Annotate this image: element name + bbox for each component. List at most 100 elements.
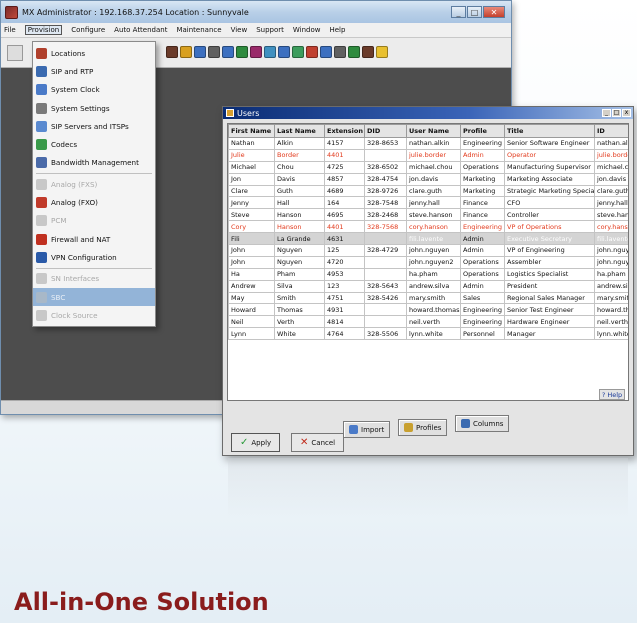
table-cell[interactable]: Sales [460, 291, 505, 305]
table-cell[interactable]: jenny.hall [406, 196, 461, 210]
table-cell[interactable]: Executive Secretary [504, 232, 595, 246]
menu-item-sip-and-rtp[interactable]: SIP and RTP [33, 62, 155, 80]
users-minimize-button[interactable]: _ [602, 109, 611, 117]
table-cell[interactable]: Andrew [228, 279, 275, 293]
column-header[interactable]: DID [364, 124, 407, 138]
table-cell[interactable]: Operations [460, 267, 505, 281]
table-cell[interactable]: Finance [460, 196, 505, 210]
menu-help[interactable]: Help [329, 26, 345, 34]
table-cell[interactable]: 4725 [324, 160, 365, 174]
table-row[interactable]: Michael Chou 4725 328-6502 michael.chou Opera… [228, 160, 628, 174]
table-cell[interactable]: 4814 [324, 315, 365, 329]
printer-icon[interactable] [334, 46, 346, 58]
table-cell[interactable]: Border [274, 148, 325, 162]
table-cell[interactable]: Silva [274, 279, 325, 293]
column-header[interactable]: Last Name [274, 124, 325, 138]
table-cell[interactable]: Julie [228, 148, 275, 162]
network-icon[interactable] [264, 46, 276, 58]
table-cell[interactable]: Admin [460, 148, 505, 162]
table-cell[interactable]: Operations [460, 255, 505, 269]
table-cell[interactable]: cory.hanson [406, 220, 461, 234]
table-cell[interactable] [364, 148, 407, 162]
table-cell[interactable]: Smith [274, 291, 325, 305]
table-cell[interactable] [364, 255, 407, 269]
table-cell[interactable]: Neil [228, 315, 275, 329]
menu-configure[interactable]: Configure [71, 26, 105, 34]
menu-item-vpn-configuration[interactable]: VPN Configuration [33, 248, 155, 266]
grid-icon[interactable] [292, 46, 304, 58]
column-header[interactable]: Profile [460, 124, 505, 138]
table-cell[interactable]: VP of Operations [504, 220, 595, 234]
apply-button[interactable]: ✓ Apply [231, 433, 281, 452]
table-cell[interactable]: 4720 [324, 255, 365, 269]
table-cell[interactable]: Senior Software Engineer [504, 137, 595, 150]
table-cell[interactable]: ha.pham [594, 267, 628, 281]
menu-maintenance[interactable]: Maintenance [176, 26, 221, 34]
profiles-button[interactable]: Profiles [398, 419, 448, 436]
table-cell[interactable]: Operations [460, 160, 505, 174]
table-cell[interactable]: 328-9726 [364, 184, 407, 198]
menu-item-codecs[interactable]: Codecs [33, 135, 155, 153]
table-cell[interactable]: La Grande [274, 232, 325, 246]
table-cell[interactable]: Hardware Engineer [504, 315, 595, 329]
table-row[interactable]: Howard Thomas 4931 howard.thomas Engineering… [228, 303, 628, 317]
table-row[interactable]: Andrew Silva 123 328-5643 andrew.silva Admin P… [228, 279, 628, 293]
table-row[interactable]: Nathan Alkin 4157 328-8653 nathan.alkin Engin… [228, 137, 628, 150]
table-cell[interactable]: Ha [228, 267, 275, 281]
table-cell[interactable]: Nguyen [274, 255, 325, 269]
table-row[interactable]: Neil Verth 4814 neil.verth Engineering Hardwa… [228, 315, 628, 329]
table-cell[interactable]: 328-7568 [364, 220, 407, 234]
table-cell[interactable]: Finance [460, 208, 505, 222]
table-cell[interactable]: Guth [274, 184, 325, 198]
table-cell[interactable]: Clare [228, 184, 275, 198]
bug-icon[interactable] [362, 46, 374, 58]
table-cell[interactable]: Cory [228, 220, 275, 234]
table-cell[interactable]: Fili [228, 232, 275, 246]
table-cell[interactable]: Admin [460, 232, 505, 246]
table-cell[interactable]: Engineering [460, 137, 505, 150]
table-cell[interactable]: 4401 [324, 148, 365, 162]
table-cell[interactable]: 328-6502 [364, 160, 407, 174]
table-cell[interactable]: Operator [504, 148, 595, 162]
menu-file[interactable]: File [4, 26, 16, 34]
table-cell[interactable]: neil.verth [406, 315, 461, 329]
table-cell[interactable]: julie.border [594, 148, 628, 162]
settings-icon[interactable] [250, 46, 262, 58]
list-icon[interactable] [222, 46, 234, 58]
table-cell[interactable]: Hall [274, 196, 325, 210]
table-cell[interactable]: Steve [228, 208, 275, 222]
table-cell[interactable]: Logistics Specialist [504, 267, 595, 281]
column-header[interactable]: Title [504, 124, 595, 138]
table-row[interactable]: May Smith 4751 328-5426 mary.smith Sales Regio… [228, 291, 628, 305]
table-row[interactable]: Julie Border 4401 julie.border Admin Operator… [228, 148, 628, 162]
table-cell[interactable]: Verth [274, 315, 325, 329]
table-cell[interactable]: Engineering [460, 315, 505, 329]
table-cell[interactable]: John [228, 244, 275, 257]
table-cell[interactable]: Regional Sales Manager [504, 291, 595, 305]
table-row[interactable]: Cory Hanson 4401 328-7568 cory.hanson Enginee… [228, 220, 628, 234]
table-cell[interactable]: Senior Test Engineer [504, 303, 595, 317]
table-cell[interactable]: 328-5643 [364, 279, 407, 293]
table-cell[interactable]: Davis [274, 172, 325, 186]
table-cell[interactable]: 328-4754 [364, 172, 407, 186]
table-cell[interactable]: lynn.white [406, 327, 461, 341]
table-cell[interactable]: john.nguyen2 [406, 255, 461, 269]
table-cell[interactable]: Engineering [460, 303, 505, 317]
table-cell[interactable]: 4631 [324, 232, 365, 246]
table-cell[interactable]: Jon [228, 172, 275, 186]
table-cell[interactable]: cory.hanson [594, 220, 628, 234]
menu-item-bandwidth-management[interactable]: Bandwidth Management [33, 154, 155, 172]
table-cell[interactable]: Manager [504, 327, 595, 341]
table-cell[interactable]: nathan.alkin [406, 137, 461, 150]
table-row[interactable]: Fili La Grande 4631 fili.lavente Admin Execut… [228, 232, 628, 246]
table-cell[interactable]: michael.chou [406, 160, 461, 174]
table-cell[interactable]: 328-5506 [364, 327, 407, 341]
table-cell[interactable]: John [228, 255, 275, 269]
table-cell[interactable]: 4751 [324, 291, 365, 305]
table-cell[interactable]: VP of Engineering [504, 244, 595, 257]
table-cell[interactable]: Hanson [274, 208, 325, 222]
user-icon[interactable] [180, 46, 192, 58]
table-cell[interactable]: ha.pham [406, 267, 461, 281]
table-cell[interactable]: steve.hanson [406, 208, 461, 222]
menu-provision[interactable]: Provision [24, 25, 63, 35]
